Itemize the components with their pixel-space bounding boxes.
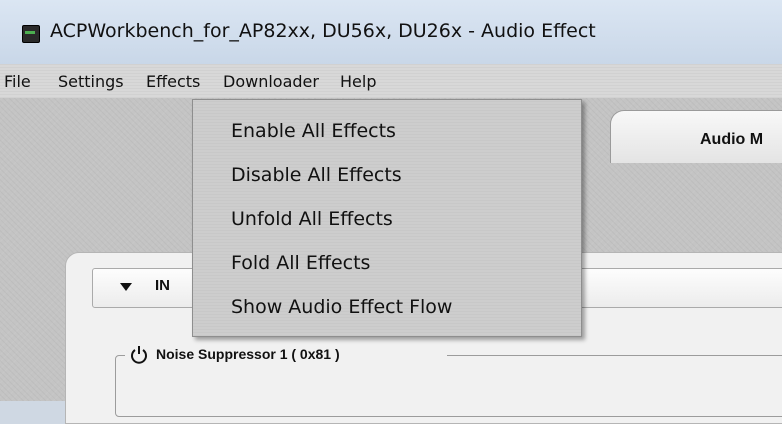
- tab-audio-label: Audio M: [700, 131, 764, 148]
- menu-help[interactable]: Help: [340, 70, 376, 93]
- window-title: ACPWorkbench_for_AP82xx, DU56x, DU26x - …: [50, 20, 596, 42]
- group-title: Noise Suppressor 1 ( 0x81 ): [156, 346, 340, 362]
- effects-dropdown-menu: Enable All Effects Disable All Effects U…: [192, 99, 582, 337]
- app-icon: [22, 25, 40, 43]
- section-label: IN: [155, 277, 170, 294]
- menu-item-disable-all-effects[interactable]: Disable All Effects: [231, 164, 402, 186]
- menu-downloader[interactable]: Downloader: [223, 70, 319, 93]
- menu-effects[interactable]: Effects: [146, 70, 200, 93]
- menu-item-enable-all-effects[interactable]: Enable All Effects: [231, 120, 396, 142]
- menu-bar: File Settings Effects Downloader Help: [0, 64, 782, 98]
- title-bar: ACPWorkbench_for_AP82xx, DU56x, DU26x - …: [0, 0, 782, 65]
- collapse-triangle-icon[interactable]: [120, 283, 132, 291]
- menu-settings[interactable]: Settings: [58, 70, 124, 93]
- menu-item-show-audio-effect-flow[interactable]: Show Audio Effect Flow: [231, 296, 452, 318]
- menu-file[interactable]: File: [4, 70, 31, 93]
- menu-item-fold-all-effects[interactable]: Fold All Effects: [231, 252, 370, 274]
- power-icon[interactable]: [128, 344, 150, 366]
- menu-item-unfold-all-effects[interactable]: Unfold All Effects: [231, 208, 393, 230]
